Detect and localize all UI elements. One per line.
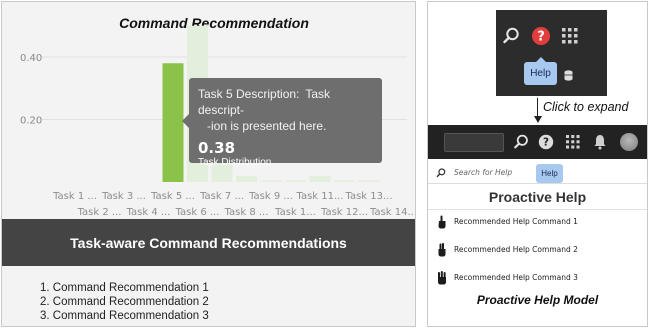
tooltip-value-label: Task Distribution: [198, 157, 272, 168]
x-tick-label: Task 14...: [369, 207, 415, 218]
help-command-row[interactable]: Recommended Help Command 1: [428, 212, 647, 234]
recommendation-list: 1. Command Recommendation 1 2. Command R…: [40, 281, 209, 323]
bar-task-13[interactable]: [358, 180, 380, 182]
expand-arrow: [537, 98, 538, 117]
recommendation-item[interactable]: 3. Command Recommendation 3: [40, 309, 209, 323]
help-command-row[interactable]: Recommended Help Command 3: [428, 268, 647, 290]
toolbar-search-field[interactable]: [444, 133, 504, 152]
hand-two-fingers-icon: [438, 243, 446, 257]
y-tick-label: 0.20: [20, 116, 42, 127]
x-tick-label: Task 7 ...: [199, 191, 244, 202]
task-recommendation-panel: Command Recommendation 0.40 0.20 Task 1 .…: [1, 1, 416, 327]
bar-task-9[interactable]: [260, 180, 282, 182]
apps-grid-icon[interactable]: [566, 135, 580, 149]
recommendation-item[interactable]: 1. Command Recommendation 1: [40, 281, 209, 295]
expand-arrow-head: [534, 116, 542, 123]
x-tick-label: Task 2 ...: [77, 207, 122, 218]
x-tick-label: Task 6 ...: [175, 207, 220, 218]
chart-title: Command Recommendation: [119, 15, 309, 31]
x-tick-label: Task 8 ...: [224, 207, 269, 218]
proactive-help-panel: ? Help Click to expand ? Search for Help…: [427, 1, 648, 327]
tooltip-desc-line2: -ion is presented here.: [207, 119, 327, 133]
y-tick-label: 0.40: [20, 53, 42, 64]
search-icon[interactable]: [502, 27, 520, 45]
x-tick-label: Task 5 ...: [150, 191, 195, 202]
avatar[interactable]: [620, 133, 638, 151]
help-tooltip-text: Help: [530, 68, 551, 79]
x-tick-label: Task 3 ...: [101, 191, 146, 202]
help-tooltip: Help: [536, 164, 563, 183]
help-icon[interactable]: ?: [538, 134, 554, 150]
bar-task-5[interactable]: [162, 63, 184, 182]
x-tick-label: Task 1 ...: [52, 191, 97, 202]
help-tooltip-top: Help: [524, 57, 557, 85]
x-tick-label: Task 13...: [344, 191, 392, 202]
apps-grid-icon[interactable]: [562, 28, 578, 44]
proactive-help-caption: Proactive Help Model: [476, 293, 599, 307]
bell-icon[interactable]: [593, 134, 607, 150]
bar-task-8[interactable]: [236, 175, 257, 182]
x-tick-label: Task 1...: [274, 207, 316, 218]
hand-one-finger-icon: [438, 215, 446, 229]
banner-title: Task-aware Command Recommendations: [70, 234, 347, 251]
tooltip-description: Task 5 Description: Task descript- -ion i…: [198, 86, 373, 134]
x-tick-label: Task 9 ...: [248, 191, 293, 202]
x-tick-label: Task 11...: [295, 191, 343, 202]
help-search-placeholder[interactable]: Search for Help: [454, 168, 512, 177]
help-icon[interactable]: ?: [531, 26, 551, 46]
search-icon: [436, 168, 446, 178]
database-icon: [564, 70, 573, 81]
bar-task-11[interactable]: [309, 175, 331, 182]
help-tooltip-text: Help: [541, 169, 558, 178]
tooltip-value: 0.38: [198, 139, 236, 157]
tooltip-label: Task 5 Description:: [198, 87, 300, 101]
help-command-label[interactable]: Recommended Help Command 2: [454, 245, 578, 254]
expand-label: Click to expand: [543, 100, 629, 114]
app-toolbar: ?: [428, 125, 647, 159]
bar-task-10[interactable]: [285, 180, 306, 182]
search-icon[interactable]: [513, 134, 529, 150]
help-command-label[interactable]: Recommended Help Command 1: [454, 217, 578, 226]
help-command-row[interactable]: Recommended Help Command 2: [428, 240, 647, 262]
bar-task-12[interactable]: [334, 180, 355, 182]
svg-text:?: ?: [537, 30, 545, 45]
proactive-help-title: Proactive Help: [488, 189, 587, 205]
task-tooltip: Task 5 Description: Task descript- -ion i…: [182, 78, 382, 168]
recommendations-banner: Task-aware Command Recommendations: [2, 219, 415, 266]
divider: [428, 209, 647, 210]
help-command-label[interactable]: Recommended Help Command 3: [454, 273, 578, 282]
x-tick-label: Task 4 ...: [126, 207, 171, 218]
svg-text:?: ?: [543, 137, 549, 149]
recommendation-item[interactable]: 2. Command Recommendation 2: [40, 295, 209, 309]
x-tick-label: Task 12...: [320, 207, 368, 218]
hand-three-fingers-icon: [438, 271, 446, 285]
